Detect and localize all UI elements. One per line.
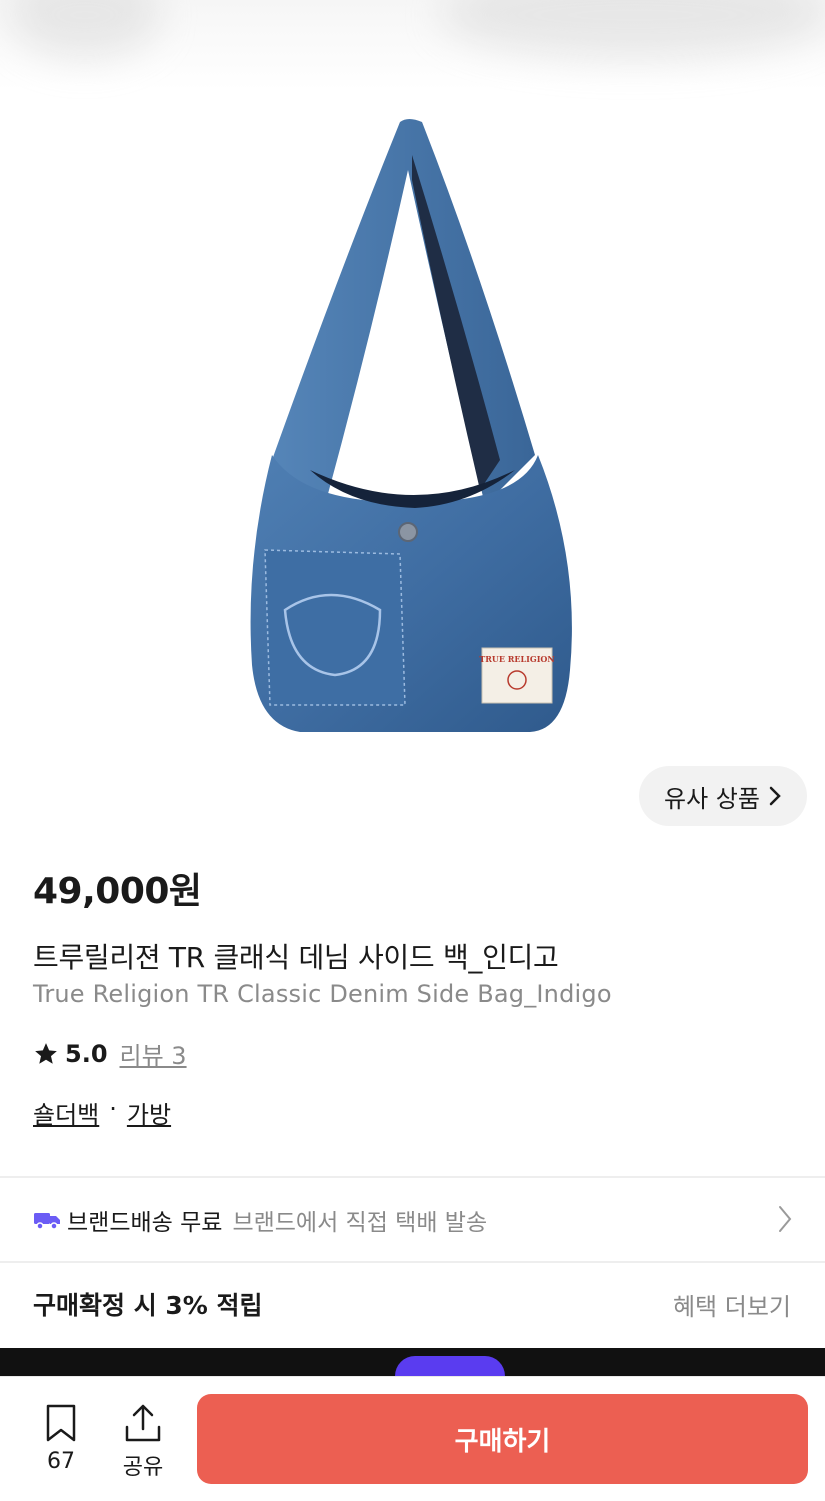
- points-benefit-row: 구매확정 시 3% 적립 혜택 더보기: [0, 1264, 825, 1344]
- bottom-action-bar: 67 공유 구매하기: [0, 1376, 825, 1501]
- benefits-more-link[interactable]: 혜택 더보기: [673, 1287, 791, 1322]
- top-header-blur: [0, 0, 825, 90]
- share-button[interactable]: 공유: [113, 1403, 173, 1481]
- review-count-link[interactable]: 리뷰 3: [120, 1036, 187, 1071]
- divider: [0, 1176, 825, 1178]
- divider: [0, 1261, 825, 1263]
- promo-banner-strip: [0, 1348, 825, 1376]
- product-price: 49,000원: [33, 871, 202, 912]
- product-name-korean: 트루릴리젼 TR 클래식 데님 사이드 백_인디고: [33, 941, 559, 974]
- delivery-title: 브랜드배송 무료: [67, 1210, 223, 1236]
- category-link-shoulder-bag[interactable]: 숄더백: [33, 1095, 99, 1130]
- share-label: 공유: [122, 1455, 164, 1480]
- chevron-right-icon: [779, 1206, 792, 1232]
- share-icon: [125, 1404, 161, 1442]
- points-title: 구매확정 시 3% 적립: [33, 1291, 263, 1320]
- category-breadcrumb: 숄더백 · 가방: [33, 1095, 171, 1130]
- similar-products-button[interactable]: 유사 상품: [639, 766, 807, 826]
- star-icon: [35, 1042, 57, 1064]
- product-image: TRUE RELIGION: [250, 119, 572, 732]
- category-separator: ·: [109, 1095, 117, 1123]
- delivery-info-row[interactable]: 브랜드배송 무료 브랜드에서 직접 택배 발송: [0, 1180, 825, 1260]
- buy-button[interactable]: 구매하기: [197, 1394, 808, 1484]
- delivery-subtitle: 브랜드에서 직접 택배 발송: [232, 1210, 488, 1236]
- save-count: 67: [47, 1449, 75, 1474]
- product-name-english: True Religion TR Classic Denim Side Bag_…: [33, 980, 612, 1008]
- rating-score: 5.0: [65, 1039, 108, 1068]
- similar-products-label: 유사 상품: [664, 784, 760, 813]
- save-button[interactable]: 67: [31, 1403, 91, 1474]
- truck-icon: [34, 1213, 60, 1230]
- category-link-bag[interactable]: 가방: [127, 1095, 171, 1130]
- bookmark-icon: [46, 1404, 76, 1442]
- rating-row: 5.0 리뷰 3: [33, 1036, 187, 1071]
- label-brand-text: TRUE RELIGION: [479, 654, 554, 664]
- chevron-right-icon: [769, 786, 781, 806]
